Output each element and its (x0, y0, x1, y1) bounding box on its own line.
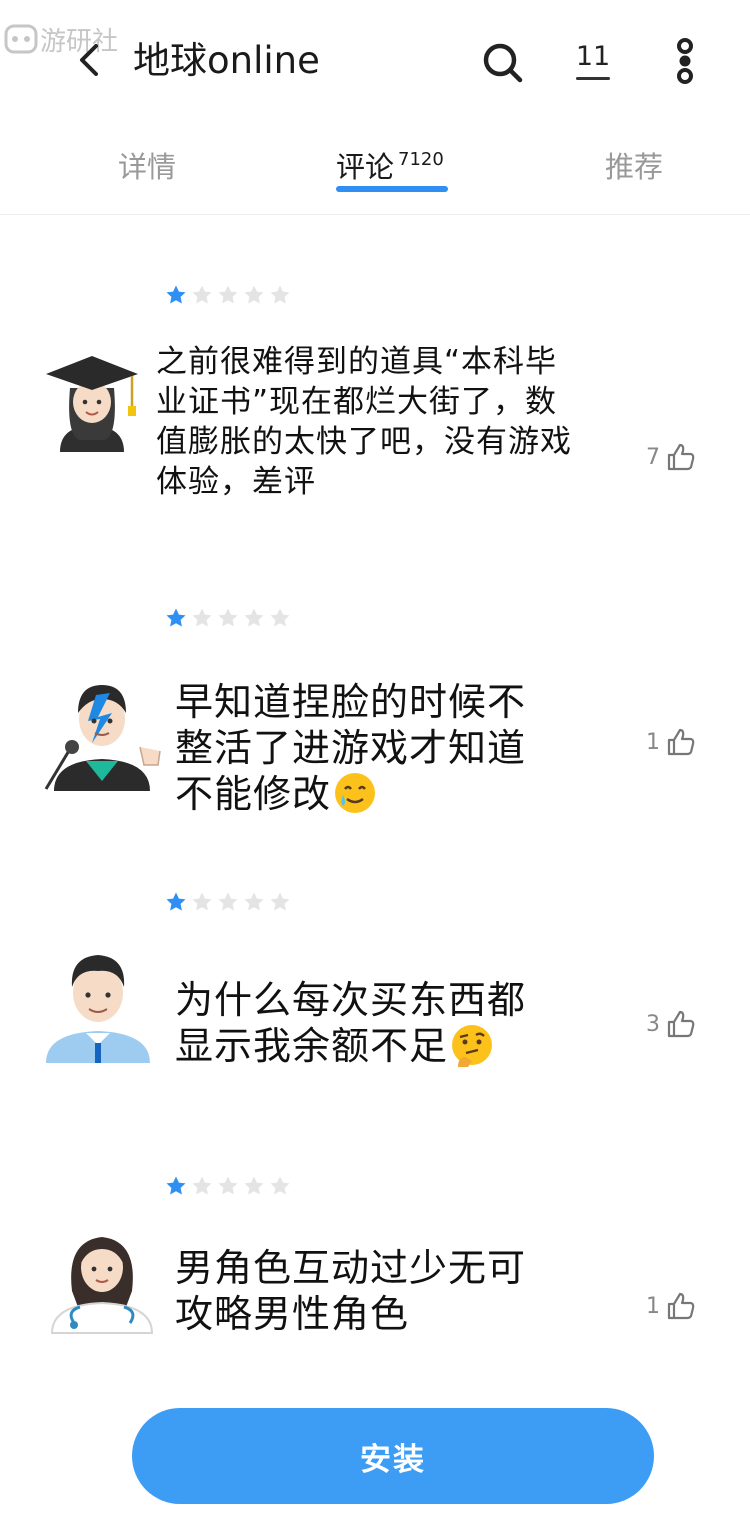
like-button[interactable]: 3 (640, 1007, 696, 1041)
like-button[interactable]: 7 (640, 440, 696, 474)
like-count: 7 (646, 444, 660, 470)
review-item: 为什么每次买东西都 显示我余额不足 3 (0, 891, 750, 1091)
tab-bar: 详情 评论 7120 推荐 (0, 130, 750, 215)
tab-reviews-label: 评论 (336, 150, 395, 184)
woman-health-worker-avatar-icon (50, 1237, 154, 1334)
star-rating (165, 891, 295, 913)
like-count: 1 (646, 729, 660, 755)
star-empty-icon (192, 1176, 212, 1195)
star-filled-icon (166, 285, 186, 304)
thinking-face-icon (452, 1025, 493, 1067)
review-text: 早知道捏脸的时候不 整活了进游戏才知道 不能修改 (175, 680, 527, 816)
star-empty-icon (270, 608, 290, 627)
star-empty-icon (244, 285, 264, 304)
star-rating (165, 284, 295, 306)
thumbs-up-icon (667, 1292, 695, 1320)
star-empty-icon (244, 1176, 264, 1195)
download-count: 11 (575, 41, 611, 72)
star-empty-icon (270, 1176, 290, 1195)
review-item: 早知道捏脸的时候不 整活了进游戏才知道 不能修改 1 (0, 607, 750, 827)
star-empty-icon (218, 892, 238, 911)
thumbs-up-icon (667, 1010, 695, 1038)
active-tab-indicator (336, 186, 448, 192)
smiling-face-with-tear-icon (335, 773, 376, 813)
star-empty-icon (218, 285, 238, 304)
like-button[interactable]: 1 (640, 725, 696, 759)
star-filled-icon (166, 1176, 186, 1195)
review-text: 男角色互动过少无可 攻略男性角色 (175, 1246, 527, 1336)
more-options-icon[interactable] (668, 38, 702, 84)
review-item: 男角色互动过少无可 攻略男性角色 1 (0, 1175, 750, 1375)
review-item: 之前很难得到的道具“本科毕 业证书”现在都烂大街了，数 值膨胀的太快了吧，没有游… (0, 284, 750, 514)
star-empty-icon (192, 285, 212, 304)
thumbs-up-icon (667, 443, 695, 471)
download-underline (576, 77, 610, 80)
download-count-button[interactable]: 11 (570, 38, 616, 80)
like-count: 1 (646, 1293, 660, 1319)
back-arrow-icon[interactable] (70, 40, 110, 80)
thumbs-up-icon (667, 728, 695, 756)
tab-recommend[interactable]: 推荐 (605, 144, 663, 186)
star-empty-icon (270, 892, 290, 911)
man-office-worker-avatar-icon (46, 955, 150, 1063)
app-header: 地球online 11 (0, 0, 750, 120)
star-empty-icon (192, 608, 212, 627)
star-empty-icon (244, 608, 264, 627)
star-filled-icon (166, 892, 186, 911)
review-text: 为什么每次买东西都 显示我余额不足 (175, 978, 527, 1068)
like-button[interactable]: 1 (640, 1289, 696, 1323)
tab-reviews-count: 7120 (398, 149, 444, 170)
star-empty-icon (244, 892, 264, 911)
star-rating (165, 607, 295, 629)
star-empty-icon (270, 285, 290, 304)
tab-details[interactable]: 详情 (118, 144, 176, 186)
star-empty-icon (218, 1176, 238, 1195)
install-button[interactable]: 安装 (132, 1408, 654, 1504)
star-empty-icon (192, 892, 212, 911)
tab-reviews[interactable]: 评论 7120 (336, 144, 444, 186)
star-empty-icon (218, 608, 238, 627)
review-text: 之前很难得到的道具“本科毕 业证书”现在都烂大街了，数 值膨胀的太快了吧，没有游… (156, 344, 572, 500)
page-title: 地球online (133, 39, 320, 82)
star-rating (165, 1175, 295, 1197)
search-icon[interactable] (478, 38, 526, 86)
man-singer-avatar-icon (44, 685, 161, 791)
star-filled-icon (166, 608, 186, 627)
woman-graduate-avatar-icon (46, 356, 138, 452)
like-count: 3 (646, 1011, 660, 1037)
